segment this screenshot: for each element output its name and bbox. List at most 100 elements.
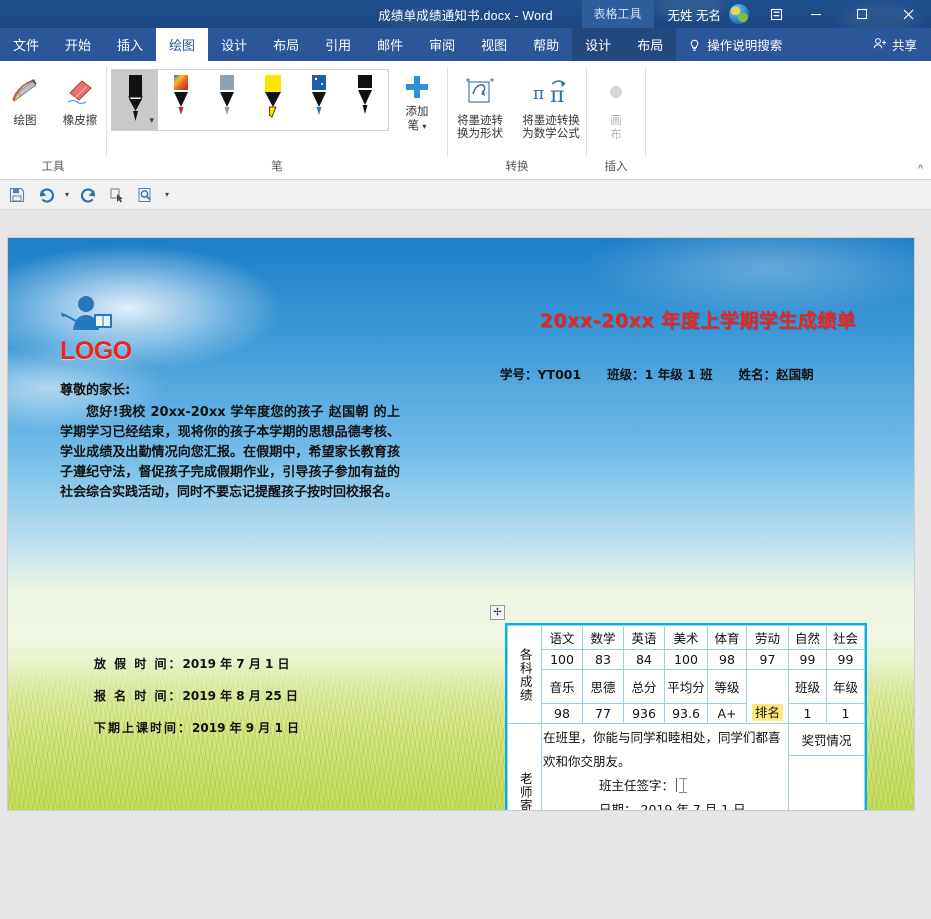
teacher-comment-cell[interactable]: 在班里，你能与同学和睦相处，同学们都喜欢和你交朋友。 班主任签字： 日期： 20…	[542, 724, 789, 811]
print-preview-button[interactable]	[132, 183, 158, 207]
subject-cell[interactable]: 音乐	[542, 670, 583, 704]
registration-date-label: 报 名 时 间：	[94, 689, 183, 703]
pen-yellow-highlighter[interactable]	[250, 70, 296, 130]
undo-button[interactable]	[32, 183, 58, 207]
subject-cell[interactable]: 社会	[827, 626, 865, 650]
tab-file[interactable]: 文件	[0, 28, 52, 61]
table-row[interactable]: 100 83 84 100 98 97 99 99	[508, 650, 865, 670]
ribbon-group-convert-label: 转换	[506, 158, 529, 179]
ink-to-math-button[interactable]: π π 将墨迹转换 为数学公式	[515, 65, 587, 141]
score-cell[interactable]: 98	[542, 704, 583, 724]
next-term-date-value: 2019 年 9 月 1 日	[192, 721, 299, 735]
subject-cell[interactable]: 平均分	[665, 670, 708, 704]
reward-value-cell[interactable]	[789, 756, 865, 811]
comment-date-line[interactable]: 日期： 2019 年 7 月 1 日	[543, 798, 787, 810]
row-header-comment[interactable]: 老师寄语	[508, 724, 542, 811]
subject-cell[interactable]: 总分	[624, 670, 665, 704]
tab-references[interactable]: 引用	[312, 28, 364, 61]
subject-cell[interactable]: 自然	[789, 626, 827, 650]
subject-cell[interactable]: 劳动	[747, 626, 789, 650]
table-row[interactable]: 各科成绩 语文 数学 英语 美术 体育 劳动 自然 社会	[508, 626, 865, 650]
pen-gray[interactable]	[204, 70, 250, 130]
save-button[interactable]	[4, 183, 30, 207]
pen-black-selected[interactable]: ▾	[112, 70, 158, 130]
score-cell[interactable]: 99	[789, 650, 827, 670]
user-avatar-photo[interactable]	[729, 4, 749, 24]
rank-value-cell[interactable]: 1	[827, 704, 865, 724]
tab-design[interactable]: 设计	[208, 28, 260, 61]
table-row[interactable]: 98 77 936 93.6 A+ 1 1	[508, 704, 865, 724]
chevron-up-icon[interactable]: ^	[918, 163, 923, 175]
account-name[interactable]: 无姓 无名	[654, 5, 729, 24]
tab-table-layout[interactable]: 布局	[624, 28, 676, 61]
tab-draw[interactable]: 绘图	[156, 28, 208, 61]
rank-header-cell[interactable]: 班级	[789, 670, 827, 704]
pen-black[interactable]	[342, 70, 388, 130]
subject-cell[interactable]: 等级	[708, 670, 747, 704]
subject-cell[interactable]: 数学	[583, 626, 624, 650]
tab-insert[interactable]: 插入	[104, 28, 156, 61]
signature-line[interactable]: 班主任签字：	[543, 774, 787, 798]
ink-to-shape-button[interactable]: 将墨迹转 换为形状	[447, 65, 513, 141]
document-canvas[interactable]: LOGO 20xx-20xx 年度上学期学生成绩单 学号：YT001 班级：1 …	[0, 210, 931, 919]
undo-dropdown-chevron-down-icon[interactable]: ▾	[60, 183, 74, 207]
share-button[interactable]: 共享	[859, 28, 931, 61]
svg-text:π: π	[533, 84, 544, 104]
score-cell[interactable]: 84	[624, 650, 665, 670]
tab-mailings[interactable]: 邮件	[364, 28, 416, 61]
tab-home[interactable]: 开始	[52, 28, 104, 61]
subject-cell[interactable]: 英语	[624, 626, 665, 650]
minimize-icon[interactable]	[793, 0, 839, 28]
score-cell[interactable]: A+	[708, 704, 747, 724]
eraser-button[interactable]: 橡皮擦	[55, 65, 105, 128]
rank-label-cell[interactable]: 排名	[747, 670, 789, 724]
subject-cell[interactable]: 美术	[665, 626, 708, 650]
tab-view[interactable]: 视图	[468, 28, 520, 61]
add-pen-button[interactable]: 添加 笔 ▾	[391, 65, 443, 134]
canvas-label-2: 布	[610, 128, 622, 142]
subject-cell[interactable]: 体育	[708, 626, 747, 650]
score-cell[interactable]: 936	[624, 704, 665, 724]
draw-button[interactable]: 绘图	[1, 65, 49, 128]
rank-value-cell[interactable]: 1	[789, 704, 827, 724]
drawing-canvas-button[interactable]: 画 布	[595, 65, 637, 142]
tell-me-search[interactable]: 操作说明搜索	[676, 28, 794, 61]
pen-options-chevron-down-icon[interactable]: ▾	[149, 115, 154, 126]
holiday-date-value: 2019 年 7 月 1 日	[183, 657, 290, 671]
ink-to-math-icon: π π	[529, 69, 573, 115]
table-row[interactable]: 音乐 思德 总分 平均分 等级 排名 班级 年级	[508, 670, 865, 704]
pen-rainbow[interactable]	[158, 70, 204, 130]
pen-blue[interactable]	[296, 70, 342, 130]
document-page[interactable]: LOGO 20xx-20xx 年度上学期学生成绩单 学号：YT001 班级：1 …	[8, 238, 914, 810]
score-cell[interactable]: 99	[827, 650, 865, 670]
format-painter-button[interactable]	[104, 183, 130, 207]
letter-body: 您好!我校 20xx-20xx 学年度您的孩子 赵国朝 的上学期学习已经结束，现…	[60, 403, 400, 503]
subject-cell[interactable]: 语文	[542, 626, 583, 650]
score-cell[interactable]: 77	[583, 704, 624, 724]
close-icon[interactable]	[885, 0, 931, 28]
tab-review[interactable]: 审阅	[416, 28, 468, 61]
chevron-down-icon[interactable]: ▾	[422, 122, 426, 131]
subject-cell[interactable]: 思德	[583, 670, 624, 704]
tab-table-design[interactable]: 设计	[572, 28, 624, 61]
maximize-icon[interactable]	[839, 0, 885, 28]
holiday-date-label: 放 假 时 间：	[94, 657, 183, 671]
score-cell[interactable]: 98	[708, 650, 747, 670]
reward-header-cell[interactable]: 奖罚情况	[789, 724, 865, 756]
ribbon-group-convert: 将墨迹转 换为形状 π π 将墨迹转换 为数学公式 转换	[448, 61, 586, 179]
rank-header-cell[interactable]: 年级	[827, 670, 865, 704]
score-cell[interactable]: 100	[542, 650, 583, 670]
grade-report-table[interactable]: 各科成绩 语文 数学 英语 美术 体育 劳动 自然 社会 100 83 84 1…	[507, 625, 865, 810]
ribbon-display-options-icon[interactable]	[759, 0, 793, 28]
row-header-grades[interactable]: 各科成绩	[508, 626, 542, 724]
score-cell[interactable]: 83	[583, 650, 624, 670]
score-cell[interactable]: 93.6	[665, 704, 708, 724]
customize-qat-chevron-down-icon[interactable]: ▾	[160, 183, 174, 207]
tab-help[interactable]: 帮助	[520, 28, 572, 61]
score-cell[interactable]: 100	[665, 650, 708, 670]
table-row[interactable]: 老师寄语 在班里，你能与同学和睦相处，同学们都喜欢和你交朋友。 班主任签字： 日…	[508, 724, 865, 756]
redo-button[interactable]	[76, 183, 102, 207]
tab-layout[interactable]: 布局	[260, 28, 312, 61]
move-handle-icon[interactable]: ✢	[490, 605, 505, 620]
score-cell[interactable]: 97	[747, 650, 789, 670]
